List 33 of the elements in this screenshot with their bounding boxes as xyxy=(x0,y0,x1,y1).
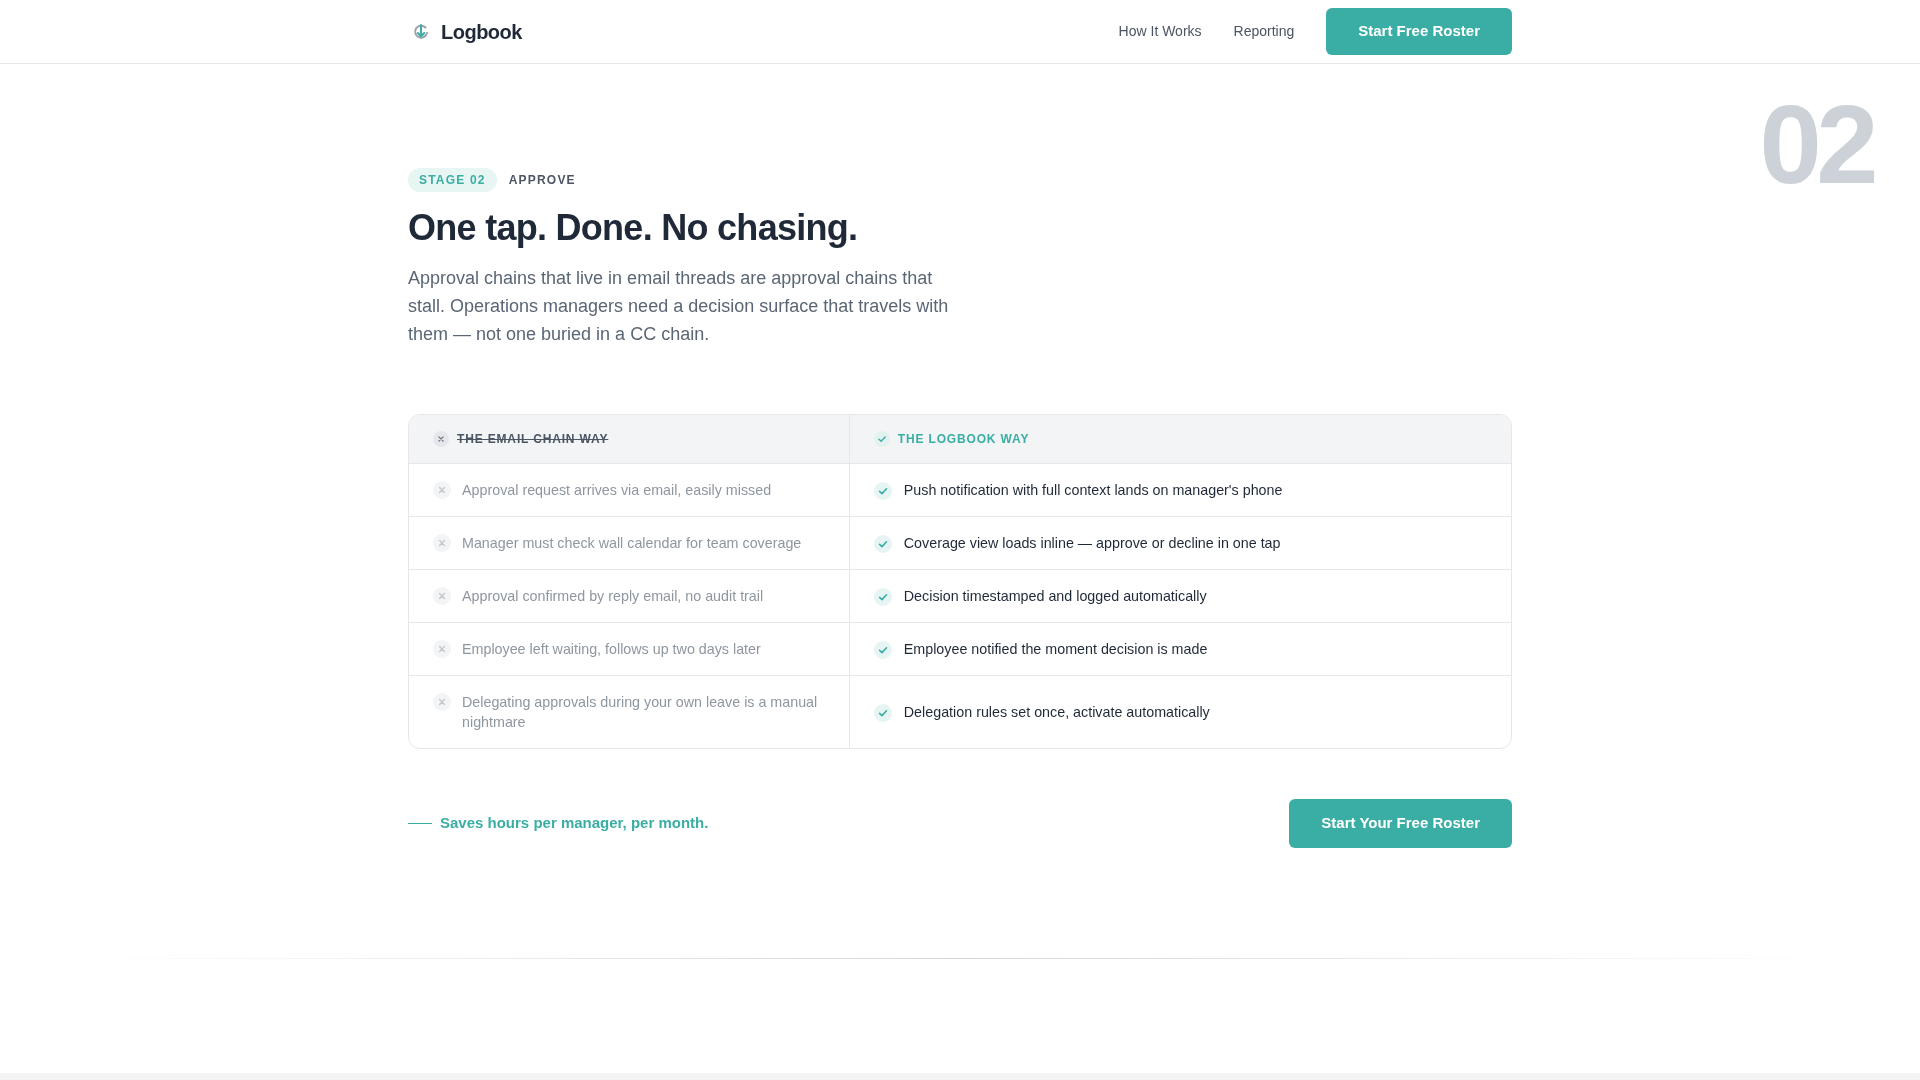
tagline: Saves hours per manager, per month. xyxy=(440,813,709,834)
check-circle-icon xyxy=(873,587,892,606)
column-title: THE EMAIL CHAIN WAY xyxy=(457,431,609,447)
check-circle-icon xyxy=(873,703,892,722)
benefit-text: Employee notified the moment decision is made xyxy=(903,640,1208,659)
benefit-text: Push notification with full context lands on manager's phone xyxy=(903,481,1283,500)
column-title: THE LOGBOOK WAY xyxy=(897,431,1030,447)
drawback-text: Delegating approvals during your own leave is a manual nightmare xyxy=(462,693,819,732)
logo-text[interactable]: Logbook xyxy=(441,16,522,47)
nav-link[interactable]: How It Works xyxy=(1118,21,1202,42)
logo-icon xyxy=(413,22,429,41)
stage-label: APPROVE xyxy=(508,172,576,189)
drawback-text: Manager must check wall calendar for team coverage xyxy=(462,534,802,553)
nav-link[interactable]: Reporting xyxy=(1233,21,1295,42)
x-circle-icon xyxy=(433,481,451,499)
benefit-text: Coverage view loads inline — approve or decline in one tap xyxy=(903,534,1281,553)
check-circle-icon xyxy=(873,431,890,447)
x-circle-icon xyxy=(433,431,449,447)
drawback-text: Approval request arrives via email, easily missed xyxy=(462,481,772,500)
check-circle-icon xyxy=(873,481,892,500)
check-circle-icon xyxy=(873,534,892,553)
drawback-text: Employee left waiting, follows up two days later xyxy=(462,640,761,659)
check-circle-icon xyxy=(873,640,892,659)
benefit-text: Decision timestamped and logged automatically xyxy=(903,587,1207,606)
stage-badge: STAGE 02 xyxy=(408,168,497,192)
section-heading: One tap. Done. No chasing. xyxy=(408,208,859,248)
x-circle-icon xyxy=(433,640,451,658)
x-circle-icon xyxy=(433,693,451,711)
benefit-text: Delegation rules set once, activate automatically xyxy=(903,703,1210,722)
section-description: Approval chains that live in email threads are approval chains that stall. Operations managers need a decision surface that travels with them — not one buried in a CC chain. xyxy=(408,267,950,346)
x-circle-icon xyxy=(433,587,451,605)
x-circle-icon xyxy=(433,534,451,552)
drawback-text: Approval confirmed by reply email, no audit trail xyxy=(462,587,764,606)
